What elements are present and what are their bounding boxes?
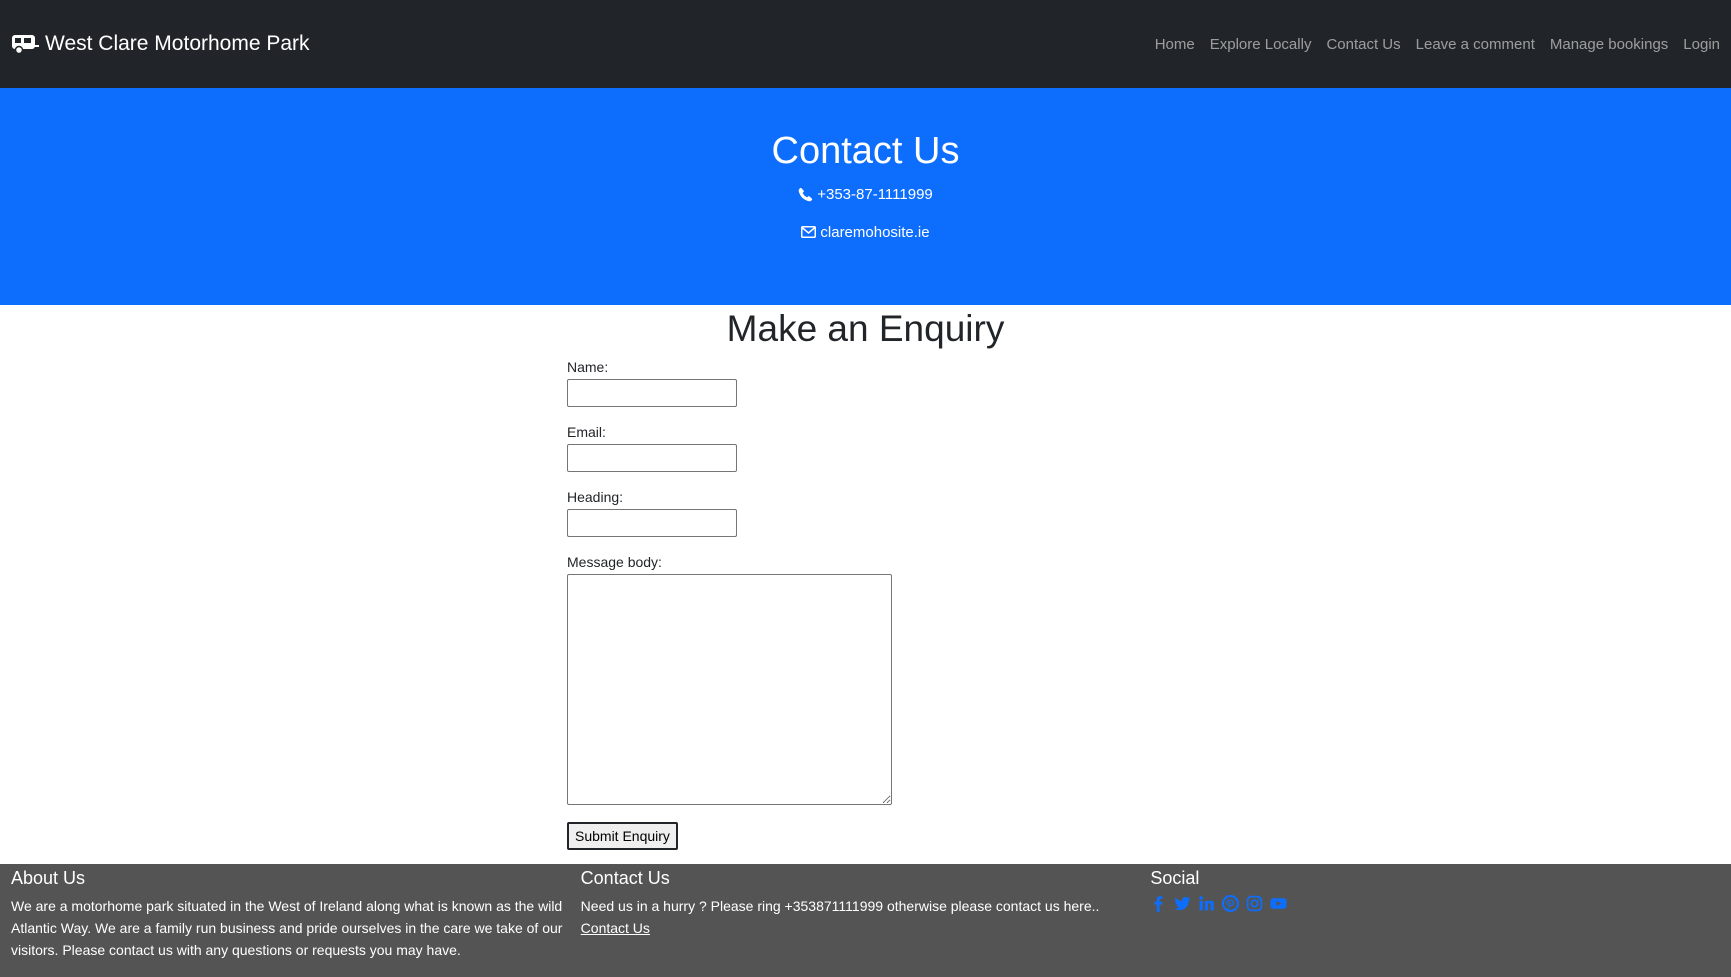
brand-link[interactable]: West Clare Motorhome Park [11,32,310,56]
hero-email-text: claremohosite.ie [820,223,930,241]
footer-social: Social [1150,864,1720,977]
youtube-icon[interactable] [1270,895,1287,912]
hero-title: Contact Us [771,130,960,172]
email-field-group: Email: [567,424,892,472]
facebook-icon[interactable] [1150,895,1167,912]
name-field-group: Name: [567,359,892,407]
name-input[interactable] [567,379,737,407]
enquiry-form: Name: Email: Heading: Message body: Subm… [567,359,892,850]
email-input[interactable] [567,444,737,472]
footer-contact-text: Need us in a hurry ? Please ring +353871… [580,898,1100,914]
hero-phone: +353-87-1111999 [0,184,1731,204]
twitter-icon[interactable] [1174,895,1191,912]
message-field-group: Message body: [567,554,892,810]
heading-input[interactable] [567,509,737,537]
message-textarea[interactable] [567,574,892,805]
heading-field-group: Heading: [567,489,892,537]
nav-explore-locally[interactable]: Explore Locally [1210,36,1312,53]
submit-enquiry-button[interactable]: Submit Enquiry [567,822,678,850]
footer-contact-title: Contact Us [580,868,670,888]
footer-contact: Contact Us Need us in a hurry ? Please r… [581,864,1151,977]
pinterest-icon[interactable] [1222,895,1240,912]
footer: About Us We are a motorhome park situate… [0,864,1731,977]
phone-icon [798,187,813,201]
footer-social-title: Social [1150,868,1200,888]
enquiry-title: Make an Enquiry [726,308,1005,349]
navbar: West Clare Motorhome Park Home Explore L… [0,0,1731,88]
linkedin-icon[interactable] [1198,895,1215,912]
hero-email: claremohosite.ie [0,222,1731,242]
envelope-icon [801,226,817,238]
caravan-icon [11,33,40,55]
footer-contact-link[interactable]: Contact Us [581,920,650,936]
nav-leave-comment[interactable]: Leave a comment [1416,36,1535,53]
footer-about: About Us We are a motorhome park situate… [11,864,581,977]
nav-home[interactable]: Home [1155,36,1195,53]
name-label: Name: [567,359,609,375]
nav-contact-us[interactable]: Contact Us [1326,36,1400,53]
footer-about-title: About Us [11,868,86,888]
brand-title: West Clare Motorhome Park [45,32,310,55]
hero-phone-text: +353-87-1111999 [817,185,933,203]
footer-about-text: We are a motorhome park situated in the … [11,898,563,958]
nav-manage-bookings[interactable]: Manage bookings [1550,36,1668,53]
nav-login[interactable]: Login [1683,36,1720,53]
heading-label: Heading: [567,489,624,505]
contact-hero: Contact Us +353-87-1111999 claremohosite… [0,88,1731,305]
email-label: Email: [567,424,606,440]
enquiry-section: Make an Enquiry Name: Email: Heading: Me… [0,305,1731,864]
nav-links: Home Explore Locally Contact Us Leave a … [1140,36,1720,53]
message-label: Message body: [567,554,662,570]
social-links [1150,895,1720,912]
instagram-icon[interactable] [1246,895,1263,912]
